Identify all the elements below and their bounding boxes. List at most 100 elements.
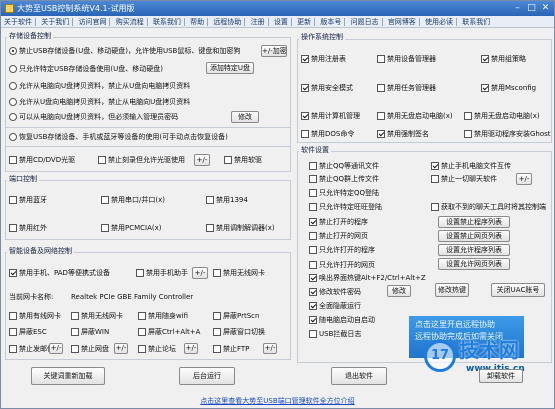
burn-plus-button[interactable]: +/- [194, 154, 210, 166]
block-program-list-button[interactable]: 设置禁止程序列表 [438, 216, 510, 228]
sys-item-4[interactable]: 禁用任务管理器 [377, 83, 436, 93]
smart-item-8[interactable]: 禁止发邮件 [9, 344, 54, 354]
sys-item-6[interactable]: 禁用计算机管理 [301, 111, 360, 121]
exit-button[interactable]: 退出软件 [331, 367, 387, 385]
mail-plus-button[interactable]: +/- [49, 343, 63, 354]
encrypt-button[interactable]: +/-加密 [261, 45, 287, 57]
allow-program-list-button[interactable]: 设置允许程序列表 [438, 244, 510, 256]
sys-item-3[interactable]: 禁用安全模式 [301, 83, 353, 93]
sys-item-7[interactable]: 禁用无盘启动电脑(x) [377, 111, 453, 121]
smart-item-11[interactable]: 禁止FTP [213, 344, 249, 354]
sys-item-9[interactable]: 禁用DOS命令 [301, 129, 354, 139]
smart-item-6[interactable]: 屏蔽Ctrl+Alt+A [138, 327, 200, 337]
storage-opt5[interactable]: 可以从电脑向U盘拷贝资料，但必须输入管理员密码 [9, 112, 178, 122]
chat-plus-button[interactable]: +/- [516, 173, 532, 185]
sw-boot[interactable]: 随电脑启动自启动 [309, 315, 375, 325]
menu-update[interactable]: 更新 [294, 16, 314, 27]
menu-about-software[interactable]: 关于软件 [1, 16, 35, 27]
port-pcmcia[interactable]: 禁用PCMCIA(x) [101, 223, 162, 233]
smart-phone[interactable]: 禁用手机、PAD等便携式设备 [9, 268, 110, 278]
sys-item-10[interactable]: 禁用强制签名 [377, 129, 429, 139]
sw-r2[interactable]: 禁止一切聊天软件 [431, 174, 497, 184]
sw-hotkey[interactable]: 唤出界面热键Alt+F2/Ctrl+Alt+Z [309, 273, 426, 283]
menu-contact[interactable]: 联系我们 [150, 16, 184, 27]
sys-item-1[interactable]: 禁用设备管理器 [377, 54, 436, 64]
burn-checkbox[interactable]: 禁止刻录但允许光驱使用 [98, 155, 185, 165]
close-uac-button[interactable]: 关闭UAC账号 [491, 283, 545, 297]
sw-usblog[interactable]: USB拦截日志 [309, 329, 361, 339]
sw-qq1[interactable]: 禁止QQ等通讯文件 [309, 161, 379, 171]
add-usb-button[interactable]: 添加特定U盘 [206, 62, 254, 74]
menu-version[interactable]: 版本号 [317, 16, 344, 27]
smart-item-5[interactable]: 屏蔽WIN [71, 327, 109, 337]
menu-register[interactable]: 注册 [248, 16, 268, 27]
port-infrared[interactable]: 禁用红外 [9, 223, 47, 233]
menu-remote[interactable]: 远程协助 [210, 16, 244, 27]
smart-item-4[interactable]: 屏蔽ESC [9, 327, 47, 337]
sw-qq8[interactable]: 只允许打开的网页 [309, 260, 375, 270]
port-bluetooth[interactable]: 禁用蓝牙 [9, 195, 47, 205]
port-1394[interactable]: 禁用1394 [206, 195, 248, 205]
modify-hotkey-button[interactable]: 修改热键 [435, 283, 469, 297]
sys-item-2[interactable]: 禁用组策略 [481, 54, 526, 64]
maximize-icon[interactable]: □ [525, 2, 538, 14]
smart-item-1[interactable]: 禁用无线网卡 [71, 311, 123, 321]
sw-qq5[interactable]: 禁止打开的程序 [309, 217, 368, 227]
storage-opt3[interactable]: 允许从电脑向U盘拷贝资料，禁止从U盘向电脑拷贝资料 [9, 81, 190, 91]
minimize-icon[interactable]: – [511, 2, 524, 14]
ftp-plus-button[interactable]: +/- [263, 343, 277, 354]
smart-wireless[interactable]: 禁用无线网卡 [213, 268, 265, 278]
menu-blog[interactable]: 官网博客 [385, 16, 419, 27]
sys-item-5[interactable]: 禁用Msconfig [481, 83, 536, 93]
modify-soft-password-button[interactable]: 修改 [387, 285, 411, 297]
sw-r3[interactable]: 获取不到的聊天工具时将其控制端 [431, 202, 546, 212]
floppy-checkbox[interactable]: 禁用软驱 [224, 155, 262, 165]
storage-opt2[interactable]: 只允许特定USB存储设备使用(U盘、移动硬盘) [9, 64, 163, 74]
menu-about-us[interactable]: 关于我们 [38, 16, 72, 27]
block-web-list-button[interactable]: 设置禁止网页列表 [438, 230, 510, 242]
reload-button[interactable]: 关键词重新加载 [31, 367, 105, 385]
menu-help[interactable]: 帮助 [187, 16, 207, 27]
checkbox-icon [377, 130, 385, 138]
netdisk-plus-button[interactable]: +/- [114, 343, 128, 354]
smart-item-3[interactable]: 屏蔽PrtScn [213, 311, 259, 321]
sys-item-0[interactable]: 禁用注册表 [301, 54, 346, 64]
sw-qq2[interactable]: 禁止QQ群上传文件 [309, 174, 379, 184]
sys-item-11[interactable]: 禁用驱动程序安装Ghost [464, 129, 551, 139]
port-serial[interactable]: 禁用串口/并口(x) [101, 195, 165, 205]
sw-pwd[interactable]: 修改软件密码 [309, 287, 361, 297]
sw-qq6[interactable]: 禁止打开的网页 [309, 231, 368, 241]
menu-settings[interactable]: 设置 [271, 16, 291, 27]
smart-item-9[interactable]: 禁止网盘 [71, 344, 109, 354]
smart-item-10[interactable]: 禁止论坛 [138, 344, 176, 354]
storage-opt4[interactable]: 允许从U盘向电脑拷贝资料，禁止从电脑向U盘拷贝资料 [9, 97, 190, 107]
menu-website[interactable]: 访问官网 [75, 16, 109, 27]
menu-readme[interactable]: 使用必读 [422, 16, 456, 27]
background-run-button[interactable]: 后台运行 [179, 367, 235, 385]
menu-log[interactable]: 问题日志 [348, 16, 382, 27]
sys-item-8[interactable]: 禁用无盘启动电脑(x) [464, 111, 540, 121]
cd-dvd-checkbox[interactable]: 禁用CD/DVD光驱 [9, 155, 75, 165]
menu-purchase[interactable]: 购买流程 [113, 16, 147, 27]
forum-plus-button[interactable]: +/- [184, 343, 198, 354]
modify-password-button[interactable]: 修改 [231, 111, 259, 123]
footer-link[interactable]: 点击这里查看大势至USB端口管理软件全方位介绍 [1, 395, 554, 408]
sw-qq3[interactable]: 只允许特定QQ登陆 [309, 188, 379, 198]
allow-web-list-button[interactable]: 设置允许网页列表 [438, 258, 510, 270]
storage-opt1[interactable]: 禁止USB存储设备(U盘、移动硬盘)，允许使用USB鼠标、键盘和加密狗 [9, 46, 240, 56]
sw-qq4[interactable]: 只允许特定旺旺登陆 [309, 202, 382, 212]
sw-hide[interactable]: 全面隐蔽运行 [309, 301, 361, 311]
assistant-plus-button[interactable]: +/- [192, 267, 208, 279]
close-icon[interactable]: ✕ [539, 2, 552, 14]
sw-qq7[interactable]: 只允许打开的程序 [309, 245, 375, 255]
menu-contact-2[interactable]: 联系我们 [459, 16, 493, 27]
smart-item-2[interactable]: 禁用随身wifi [138, 311, 188, 321]
uninstall-button[interactable]: 卸载软件 [479, 369, 523, 383]
smart-item-7[interactable]: 屏蔽窗口切换 [213, 327, 265, 337]
port-modem[interactable]: 禁用调制解调器(x) [206, 223, 275, 233]
sw-r1[interactable]: 禁止手机电脑文件互传 [431, 161, 511, 171]
smart-phone-assistant[interactable]: 禁用手机助手 [136, 268, 188, 278]
checkbox-icon [301, 130, 309, 138]
smart-item-0[interactable]: 禁用有线网卡 [9, 311, 61, 321]
storage-opt6[interactable]: 恢复USB存储设备、手机或蓝牙等设备的使用(可手动点击恢复设备) [9, 132, 228, 142]
